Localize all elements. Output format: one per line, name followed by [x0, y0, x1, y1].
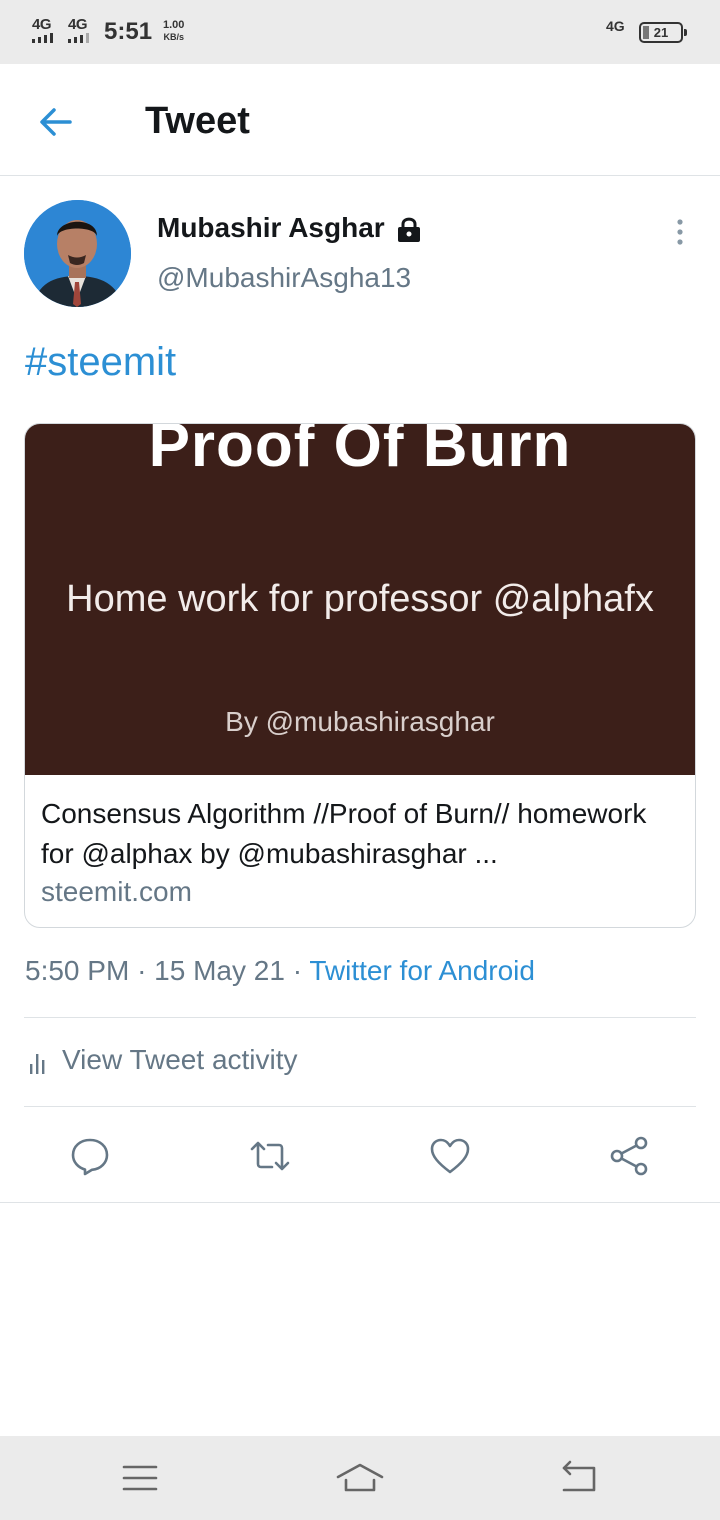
battery-icon: 21 — [639, 22, 687, 43]
signal-icon-1 — [32, 33, 53, 43]
avatar[interactable] — [24, 200, 131, 307]
menu-icon[interactable] — [116, 1458, 164, 1498]
signal-icon-2 — [68, 33, 89, 43]
status-bar: 4G 4G 5:51 1.00 KB/s 4G 21 — [0, 0, 720, 64]
battery-level: 21 — [653, 25, 669, 40]
network-speed-value: 1.00 — [163, 19, 185, 31]
like-icon[interactable] — [428, 1134, 472, 1178]
page-title: Tweet — [145, 100, 250, 142]
network-speed: 1.00 KB/s — [163, 19, 184, 43]
reply-icon[interactable] — [68, 1134, 112, 1178]
system-nav-bar — [0, 1436, 720, 1520]
more-vertical-icon[interactable] — [664, 218, 696, 248]
card-image[interactable]: Proof Of Burn Home work for professor @a… — [25, 424, 695, 775]
arrow-left-icon[interactable] — [36, 102, 76, 142]
card-image-byline: By @mubashirasghar — [225, 706, 495, 737]
card-image-title: Proof Of Burn — [148, 424, 572, 480]
retweet-icon[interactable] — [248, 1134, 292, 1178]
meta-separator: · — [292, 955, 303, 986]
card-domain: steemit.com — [41, 876, 192, 907]
card-image-subtitle: Home work for professor @alphafx — [66, 578, 654, 620]
card-title: Consensus Algorithm //Proof of Burn// ho… — [41, 798, 647, 869]
network-speed-unit: KB/s — [163, 32, 184, 42]
divider — [0, 1202, 720, 1203]
sim-network-icon: 4G — [606, 18, 625, 34]
clock: 5:51 — [104, 18, 153, 45]
tweet-date: 15 May 21 — [154, 955, 285, 986]
meta-separator: · — [137, 955, 147, 986]
view-tweet-activity-link[interactable]: View Tweet activity — [62, 1044, 298, 1076]
bar-chart-icon — [29, 1050, 49, 1076]
tweet-hashtag-link[interactable]: #steemit — [25, 340, 176, 385]
link-preview-card[interactable]: Proof Of Burn Home work for professor @a… — [24, 423, 696, 928]
author-handle[interactable]: @MubashirAsgha13 — [157, 262, 411, 294]
top-app-bar: Tweet — [0, 64, 720, 176]
home-icon[interactable] — [336, 1458, 384, 1498]
lock-icon — [396, 216, 422, 244]
tweet-source-link[interactable]: Twitter for Android — [309, 955, 535, 986]
back-icon[interactable] — [556, 1458, 604, 1498]
author-name[interactable]: Mubashir Asghar — [157, 212, 385, 244]
divider — [24, 1017, 696, 1018]
network-type-2: 4G — [68, 16, 88, 33]
divider — [24, 1106, 696, 1107]
network-type-1: 4G — [32, 16, 52, 33]
tweet-time: 5:50 PM — [25, 955, 130, 986]
tweet-meta: 5:50 PM · 15 May 21 · Twitter for Androi… — [25, 955, 535, 987]
share-icon[interactable] — [608, 1134, 652, 1178]
